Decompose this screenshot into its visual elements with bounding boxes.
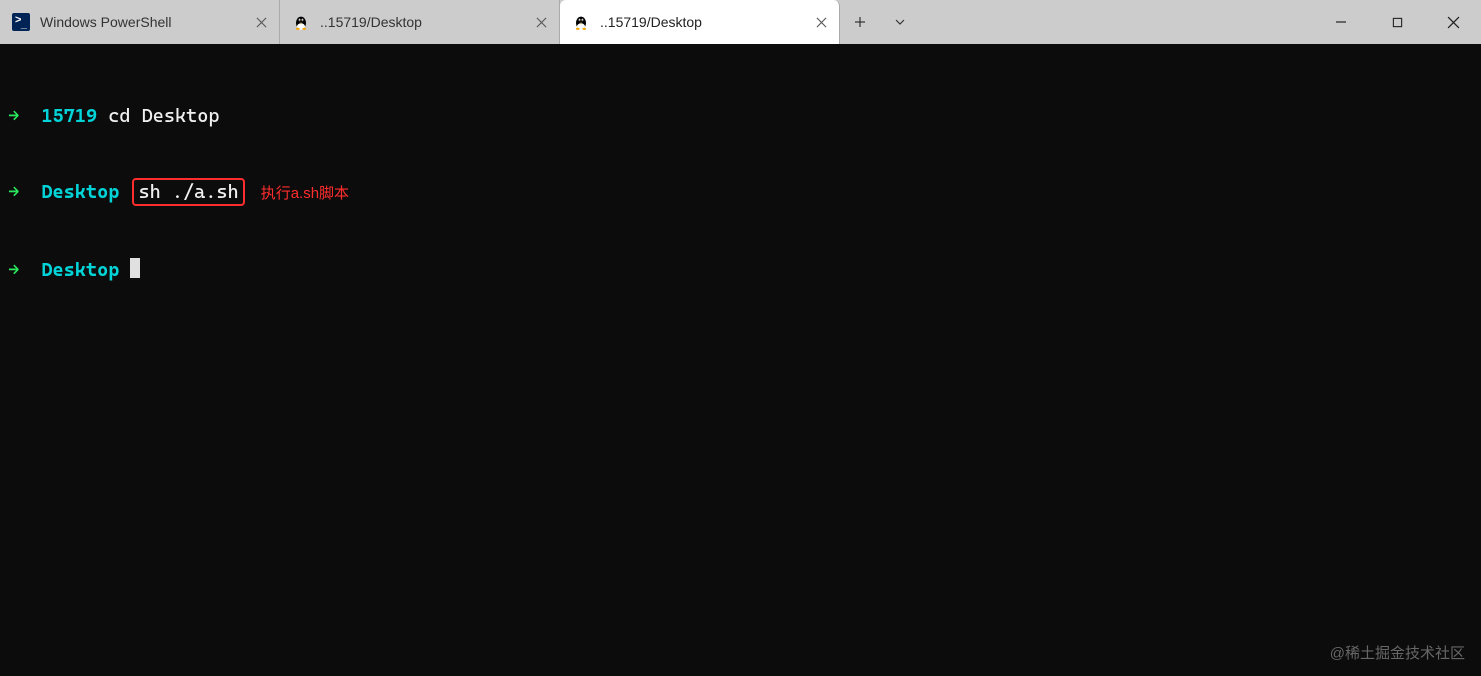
tab-dropdown-button[interactable] — [880, 0, 920, 44]
tab-label: ..15719/Desktop — [600, 14, 803, 30]
terminal-line: → 15719 cd Desktop — [8, 104, 1473, 128]
minimize-button[interactable] — [1313, 0, 1369, 44]
terminal-pane[interactable]: → 15719 cd Desktop → Desktop sh ./a.sh 执行… — [0, 44, 1481, 676]
tab-strip: Windows PowerShell ..15719/Desktop ..157… — [0, 0, 840, 44]
annotation-text: 执行a.sh脚本 — [261, 182, 349, 206]
terminal-line: → Desktop sh ./a.sh 执行a.sh脚本 — [8, 178, 1473, 206]
prompt-arrow: → — [8, 258, 19, 282]
tab-powershell[interactable]: Windows PowerShell — [0, 0, 280, 44]
tab-desktop-2[interactable]: ..15719/Desktop — [560, 0, 840, 44]
terminal-line: → Desktop — [8, 256, 1473, 282]
tux-icon — [572, 13, 590, 31]
tab-actions — [840, 0, 920, 44]
command-text: cd Desktop — [108, 104, 219, 128]
tab-label: Windows PowerShell — [40, 14, 243, 30]
tab-close-button[interactable] — [533, 14, 549, 30]
tab-close-button[interactable] — [253, 14, 269, 30]
close-window-button[interactable] — [1425, 0, 1481, 44]
prompt-cwd: 15719 — [41, 104, 97, 128]
command-highlighted: sh ./a.sh — [132, 178, 244, 206]
tab-close-button[interactable] — [813, 14, 829, 30]
text-cursor — [130, 258, 140, 278]
prompt-arrow: → — [8, 180, 19, 204]
prompt-cwd: Desktop — [41, 258, 119, 282]
tab-desktop-1[interactable]: ..15719/Desktop — [280, 0, 560, 44]
maximize-button[interactable] — [1369, 0, 1425, 44]
powershell-icon — [12, 13, 30, 31]
window-controls — [1313, 0, 1481, 44]
tab-label: ..15719/Desktop — [320, 14, 523, 30]
prompt-arrow: → — [8, 104, 19, 128]
watermark-text: @稀土掘金技术社区 — [1330, 642, 1465, 666]
prompt-cwd: Desktop — [41, 180, 119, 204]
tux-icon — [292, 13, 310, 31]
new-tab-button[interactable] — [840, 0, 880, 44]
title-bar: Windows PowerShell ..15719/Desktop ..157… — [0, 0, 1481, 44]
